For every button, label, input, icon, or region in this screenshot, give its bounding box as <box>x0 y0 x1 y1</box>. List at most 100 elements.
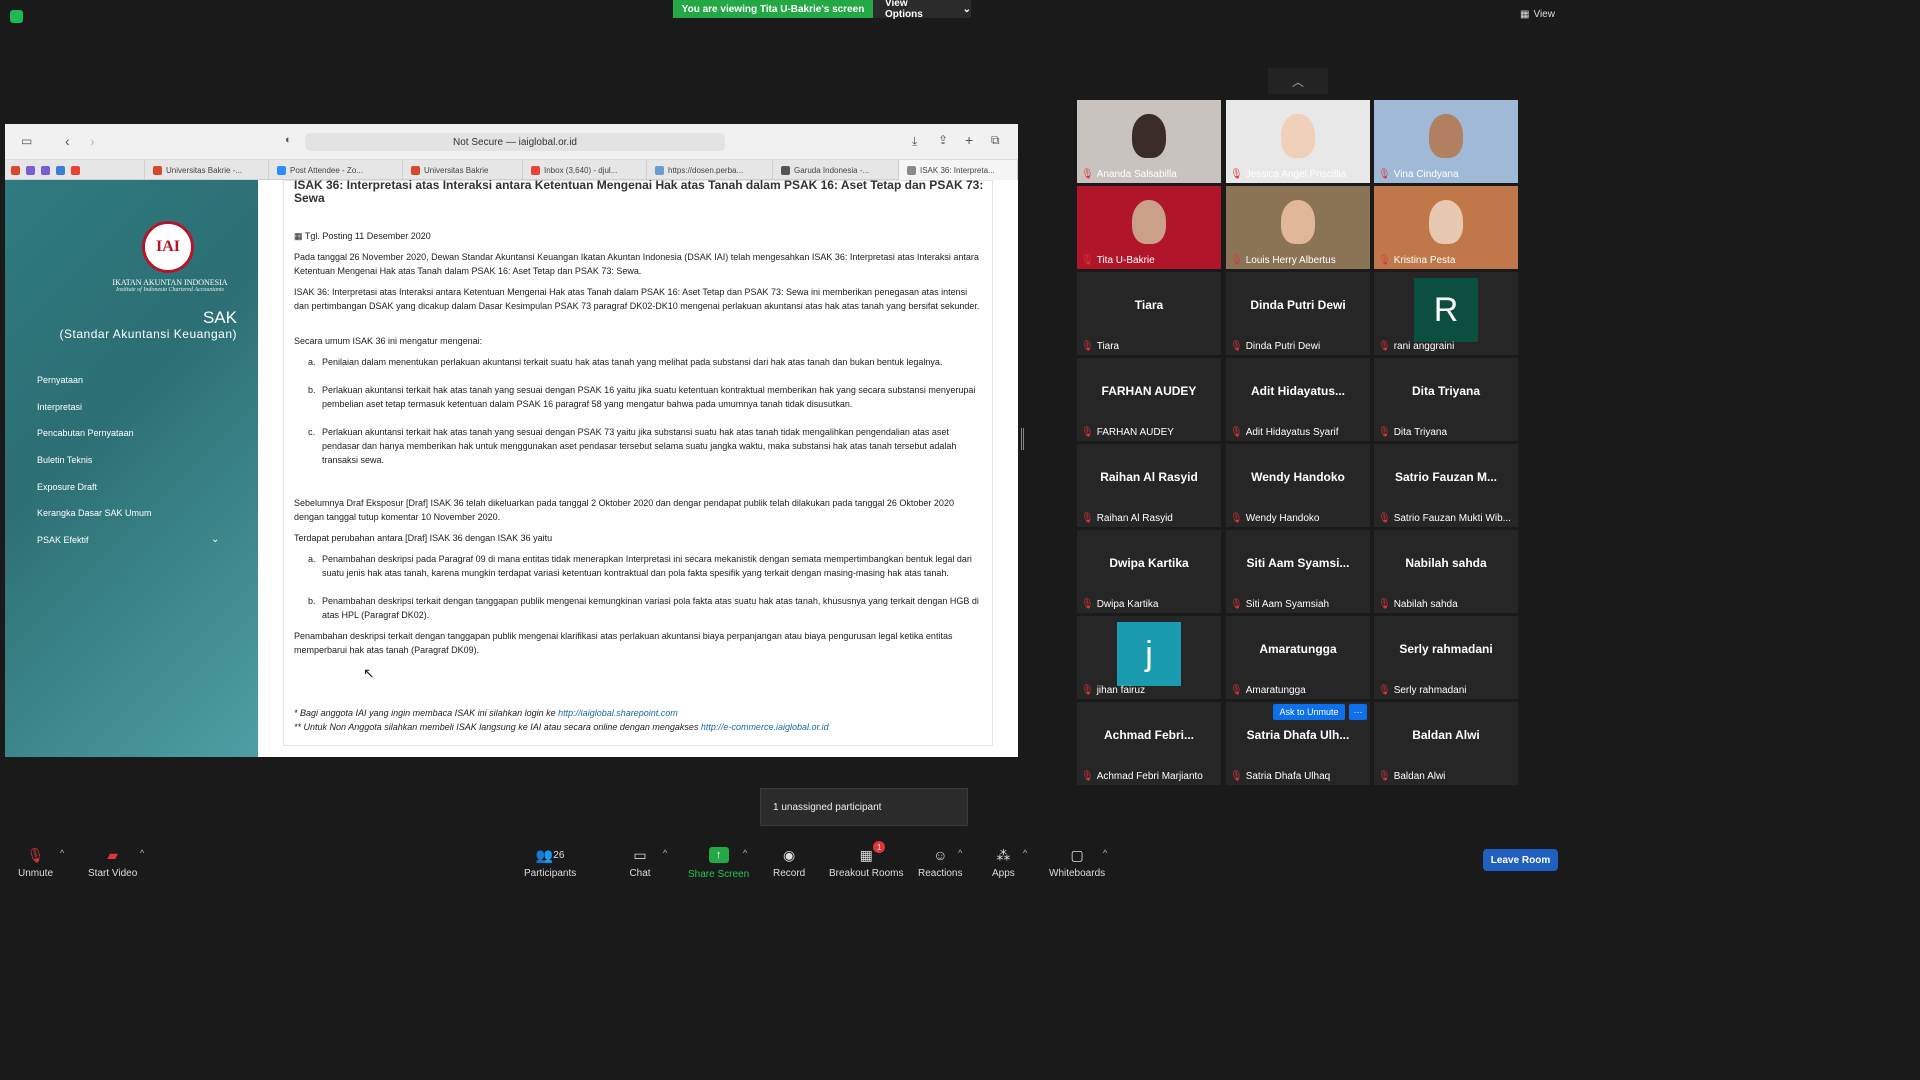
back-icon[interactable]: ‹ <box>65 133 70 149</box>
participant-tile[interactable]: R 🎙 rani anggraini <box>1374 272 1518 355</box>
site-sidebar: IAI IKATAN AKUNTAN INDONESIA Institute o… <box>5 180 258 757</box>
start-video-label: Start Video <box>88 868 138 879</box>
participant-tile[interactable]: 🎙 Louis Herry Albertus <box>1226 186 1370 269</box>
participant-tile[interactable]: Dinda Putri Dewi 🎙 Dinda Putri Dewi <box>1226 272 1370 355</box>
participant-tile[interactable]: Dita Triyana 🎙 Dita Triyana <box>1374 358 1518 441</box>
view-button[interactable]: ▦ View <box>1520 9 1555 20</box>
reactions-button[interactable]: ☺ Reactions <box>918 845 962 879</box>
participant-tile[interactable]: Nabilah sahda 🎙 Nabilah sahda <box>1374 530 1518 613</box>
address-bar[interactable]: Not Secure — iaiglobal.or.id <box>305 133 725 151</box>
view-options-label: View Options <box>885 0 923 20</box>
nav-item-pernyataan[interactable]: Pernyataan <box>37 375 83 385</box>
participant-tile[interactable]: Amaratungga 🎙 Amaratungga <box>1226 616 1370 699</box>
participant-tile[interactable]: 🎙 Jessica Angel Priscillia <box>1226 100 1370 183</box>
muted-mic-icon: 🎙 <box>1081 427 1094 438</box>
participant-tile[interactable]: Dwipa Kartika 🎙 Dwipa Kartika <box>1077 530 1221 613</box>
participant-tile[interactable]: 🎙 Kristina Pesta <box>1374 186 1518 269</box>
participant-tile[interactable]: 🎙 Tita U-Bakrie <box>1077 186 1221 269</box>
browser-tab[interactable]: https://dosen.perba... <box>647 160 773 180</box>
share-caret-icon[interactable]: ^ <box>743 848 747 858</box>
view-options-button[interactable]: View Options ⌄ <box>873 0 971 20</box>
participant-tile[interactable]: Achmad Febri... 🎙 Achmad Febri Marjianto <box>1077 702 1221 785</box>
download-icon[interactable]: ⤓ <box>912 134 917 149</box>
leave-room-button[interactable]: Leave Room <box>1483 849 1558 871</box>
muted-mic-icon: 🎙 <box>1081 599 1094 610</box>
nav-item-kerangka[interactable]: Kerangka Dasar SAK Umum <box>37 508 152 518</box>
whiteboards-button[interactable]: ▢ Whiteboards <box>1049 845 1105 880</box>
muted-mic-icon: 🎙 <box>1378 427 1391 438</box>
ask-to-unmute-button[interactable]: Ask to Unmute <box>1273 704 1345 720</box>
apps-button[interactable]: ⁂ Apps <box>992 845 1015 880</box>
gmail-icon[interactable] <box>71 165 80 175</box>
participant-tile[interactable]: j 🎙 jihan fairuz <box>1077 616 1221 699</box>
unassigned-participant-tooltip[interactable]: 1 unassigned participant <box>760 788 968 826</box>
favicon-icon[interactable] <box>41 165 50 175</box>
video-options-caret-icon[interactable]: ^ <box>140 848 144 858</box>
ecommerce-link[interactable]: http://e-commerce.iaiglobal.or.id <box>701 722 829 732</box>
tab-label: Post Attendee - Zo... <box>290 165 363 175</box>
muted-mic-icon: 🎙 <box>1230 255 1243 266</box>
resize-handle[interactable] <box>1021 428 1024 450</box>
participant-tile[interactable]: Serly rahmadani 🎙 Serly rahmadani <box>1374 616 1518 699</box>
participant-tile[interactable]: Wendy Handoko 🎙 Wendy Handoko <box>1226 444 1370 527</box>
privacy-icon[interactable]: ◐ <box>285 134 292 146</box>
favicon-icon[interactable] <box>56 165 65 175</box>
grid-view-icon: ▦ <box>1520 9 1530 20</box>
participant-name-label: 🎙 Dwipa Kartika <box>1081 599 1158 610</box>
sidebar-toggle-icon[interactable]: ▭ <box>21 134 32 148</box>
security-shield-icon[interactable] <box>10 10 23 23</box>
participant-tile[interactable]: Baldan Alwi 🎙 Baldan Alwi <box>1374 702 1518 785</box>
browser-tab[interactable]: Universitas Bakrie <box>403 160 523 180</box>
participant-tile[interactable]: Tiara 🎙 Tiara <box>1077 272 1221 355</box>
new-tab-icon[interactable]: + <box>965 132 973 148</box>
sharepoint-link[interactable]: http://iaiglobal.sharepoint.com <box>558 708 678 718</box>
participant-name-label: 🎙 Dita Triyana <box>1378 427 1447 438</box>
browser-tab-active[interactable]: ISAK 36: Interpreta... <box>899 160 1018 180</box>
nav-item-exposure-draft[interactable]: Exposure Draft <box>37 482 97 492</box>
share-icon[interactable]: ⇪ <box>938 133 948 147</box>
browser-tab[interactable]: Post Attendee - Zo... <box>269 160 403 180</box>
nav-item-buletin[interactable]: Buletin Teknis <box>37 455 92 465</box>
record-button[interactable]: ◉ Record <box>773 845 805 880</box>
chat-caret-icon[interactable]: ^ <box>663 848 667 858</box>
gallery-page-up-button[interactable]: ︿ <box>1268 68 1328 94</box>
forward-icon[interactable]: › <box>90 133 95 149</box>
apps-caret-icon[interactable]: ^ <box>1023 848 1027 858</box>
favicon-icon[interactable] <box>11 165 20 175</box>
start-video-button[interactable]: ▰ Start Video <box>88 845 138 880</box>
viewing-screen-banner: You are viewing Tita U-Bakrie's screen <box>673 0 873 18</box>
reactions-caret-icon[interactable]: ^ <box>958 848 962 858</box>
participants-button[interactable]: 👥 26 Participants <box>524 845 576 880</box>
nav-item-interpretasi[interactable]: Interpretasi <box>37 402 82 412</box>
iai-logo[interactable]: IAI <box>142 221 194 273</box>
participant-tile[interactable]: Adit Hidayatus... 🎙 Adit Hidayatus Syarif <box>1226 358 1370 441</box>
nav-item-pencabutan[interactable]: Pencabutan Pernyataan <box>37 428 134 438</box>
participant-tile[interactable]: Satrio Fauzan M... 🎙 Satrio Fauzan Mukti W… <box>1374 444 1518 527</box>
browser-tab[interactable]: Garuda Indonesia -... <box>773 160 899 180</box>
chevron-down-icon[interactable]: ⌄ <box>211 534 219 545</box>
participant-name-label: 🎙 Serly rahmadani <box>1378 685 1467 696</box>
browser-tab[interactable]: Inbox (3,640) - djul... <box>523 160 647 180</box>
participant-tile[interactable]: 🎙 Ananda Salsabilla <box>1077 100 1221 183</box>
nav-item-psak-efektif[interactable]: PSAK Efektif <box>37 535 89 545</box>
participant-tile[interactable]: Raihan Al Rasyid 🎙 Raihan Al Rasyid <box>1077 444 1221 527</box>
share-screen-button[interactable]: ↑ Share Screen <box>688 845 749 880</box>
tab-label: https://dosen.perba... <box>668 165 744 175</box>
participant-name-label: 🎙 Jessica Angel Priscillia <box>1230 169 1346 180</box>
participant-tile[interactable]: 🎙 Vina Cindyana <box>1374 100 1518 183</box>
whiteboards-caret-icon[interactable]: ^ <box>1103 848 1107 858</box>
participant-display-name: Achmad Febri... <box>1103 728 1195 742</box>
browser-tab[interactable]: Universitas Bakrie -... <box>145 160 269 180</box>
unmute-button[interactable]: 🎙 Unmute <box>18 845 53 880</box>
breakout-rooms-button[interactable]: ▦ 1 Breakout Rooms <box>829 841 903 879</box>
tab-overview-icon[interactable]: ⧉ <box>991 133 1000 148</box>
audio-options-caret-icon[interactable]: ^ <box>60 848 64 858</box>
participant-tile[interactable]: FARHAN AUDEY 🎙 FARHAN AUDEY <box>1077 358 1221 441</box>
favicon-icon[interactable] <box>26 165 35 175</box>
participant-name-label: 🎙 Satria Dhafa Ulhaq <box>1230 771 1330 782</box>
video-off-icon: ▰ <box>107 846 119 863</box>
more-options-button[interactable]: ··· <box>1349 704 1367 720</box>
participant-tile[interactable]: Siti Aam Syamsi... 🎙 Siti Aam Syamsiah <box>1226 530 1370 613</box>
participant-name-label: 🎙 Vina Cindyana <box>1378 169 1459 180</box>
chat-button[interactable]: ▭ Chat <box>629 845 651 880</box>
